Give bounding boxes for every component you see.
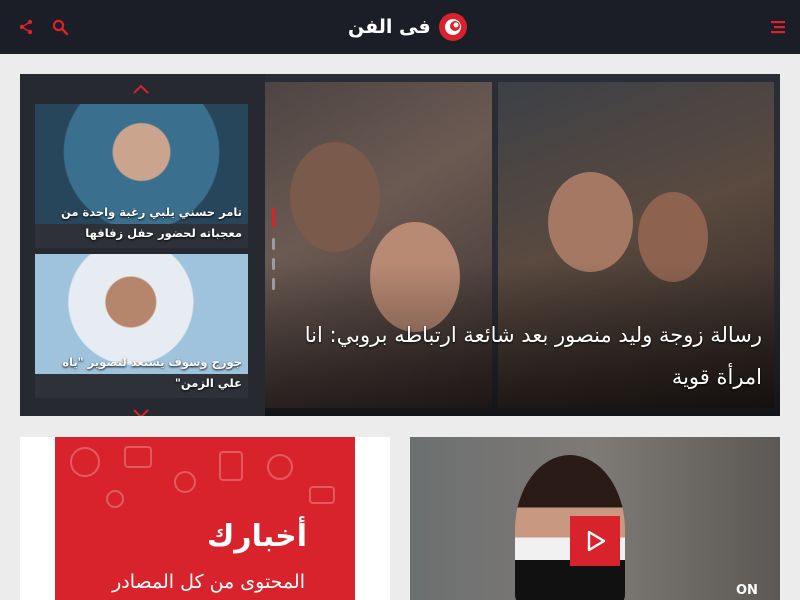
pagination-dot[interactable] — [272, 278, 275, 290]
hero-headline[interactable]: رسالة زوجة وليد منصور بعد شائعة ارتباطه … — [302, 314, 762, 398]
promo-banner: أخبارك المحتوى من كل المصادر — [55, 437, 355, 600]
slider-up-button[interactable] — [132, 82, 150, 96]
share-button[interactable] — [8, 0, 44, 54]
slide-card-2[interactable]: جورج وسوف يستعد لتصوير "ياه علي الزمن" — [35, 254, 248, 398]
site-logo[interactable]: فى الفن — [348, 8, 469, 46]
pagination-dot[interactable] — [272, 238, 275, 250]
promo-tagline: المحتوى من كل المصادر — [112, 571, 305, 593]
menu-button[interactable] — [760, 0, 796, 54]
search-icon — [52, 19, 68, 35]
promo-card[interactable]: أخبارك المحتوى من كل المصادر — [20, 437, 390, 600]
top-header: فى الفن — [0, 0, 800, 54]
play-button[interactable] — [570, 516, 620, 566]
share-icon — [19, 19, 33, 35]
video-card[interactable]: ON — [410, 437, 780, 600]
slider-down-button[interactable] — [132, 406, 150, 416]
channel-badge: ON — [736, 583, 758, 598]
chevron-up-icon — [133, 84, 149, 94]
hero-slider[interactable]: تامر حسني يلبي رغبة واحدة من معجباته لحض… — [20, 74, 780, 416]
search-button[interactable] — [42, 0, 78, 54]
menu-icon — [771, 21, 785, 34]
play-icon — [587, 530, 606, 552]
slide-card-2-title: جورج وسوف يستعد لتصوير "ياه علي الزمن" — [62, 355, 242, 390]
logo-text: فى الفن — [348, 16, 431, 38]
logo-mark-icon — [438, 13, 467, 41]
slide-card-1-title: تامر حسني يلبي رغبة واحدة من معجباته لحض… — [60, 205, 242, 240]
pagination-dot-active[interactable] — [272, 208, 275, 228]
chevron-down-icon — [133, 409, 149, 416]
promo-brand: أخبارك — [206, 519, 307, 554]
slider-pagination — [272, 208, 276, 290]
slide-card-1[interactable]: تامر حسني يلبي رغبة واحدة من معجباته لحض… — [35, 104, 248, 248]
pagination-dot[interactable] — [272, 258, 275, 270]
promo-pattern — [70, 446, 335, 508]
